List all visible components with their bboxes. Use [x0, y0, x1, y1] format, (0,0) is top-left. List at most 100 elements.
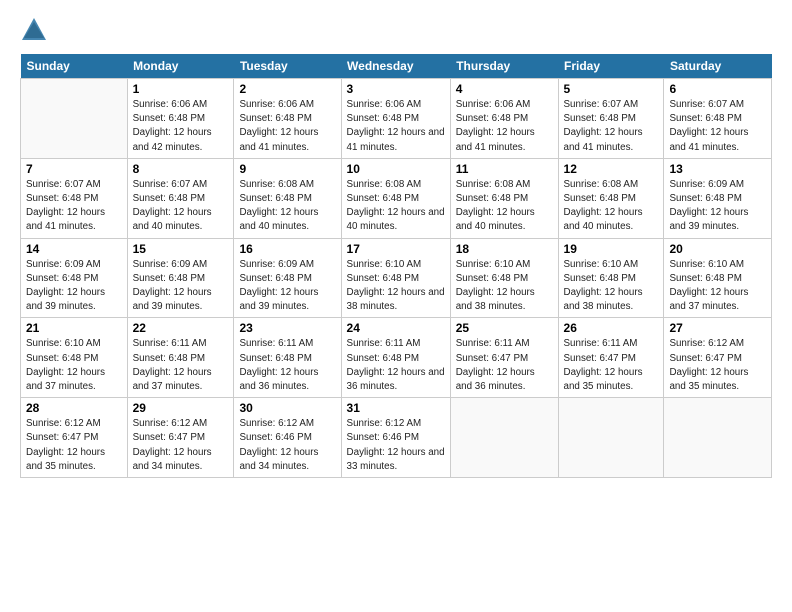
day-number: 12 [564, 162, 659, 176]
calendar-cell: 27 Sunrise: 6:12 AMSunset: 6:47 PMDaylig… [664, 318, 772, 398]
calendar-cell: 25 Sunrise: 6:11 AMSunset: 6:47 PMDaylig… [450, 318, 558, 398]
calendar-cell: 6 Sunrise: 6:07 AMSunset: 6:48 PMDayligh… [664, 79, 772, 159]
weekday-label: Thursday [450, 54, 558, 79]
day-number: 14 [26, 242, 122, 256]
weekday-label: Monday [127, 54, 234, 79]
page: SundayMondayTuesdayWednesdayThursdayFrid… [0, 0, 792, 612]
calendar-cell: 15 Sunrise: 6:09 AMSunset: 6:48 PMDaylig… [127, 238, 234, 318]
day-info: Sunrise: 6:09 AMSunset: 6:48 PMDaylight:… [133, 259, 212, 313]
day-info: Sunrise: 6:06 AMSunset: 6:48 PMDaylight:… [239, 99, 318, 153]
day-number: 27 [669, 321, 766, 335]
day-number: 20 [669, 242, 766, 256]
calendar-cell: 8 Sunrise: 6:07 AMSunset: 6:48 PMDayligh… [127, 158, 234, 238]
day-number: 31 [347, 401, 445, 415]
day-info: Sunrise: 6:10 AMSunset: 6:48 PMDaylight:… [456, 259, 535, 313]
day-info: Sunrise: 6:12 AMSunset: 6:46 PMDaylight:… [239, 418, 318, 472]
calendar-cell: 9 Sunrise: 6:08 AMSunset: 6:48 PMDayligh… [234, 158, 341, 238]
day-info: Sunrise: 6:09 AMSunset: 6:48 PMDaylight:… [239, 259, 318, 313]
day-info: Sunrise: 6:11 AMSunset: 6:47 PMDaylight:… [564, 338, 643, 392]
day-info: Sunrise: 6:11 AMSunset: 6:48 PMDaylight:… [239, 338, 318, 392]
weekday-label: Wednesday [341, 54, 450, 79]
day-info: Sunrise: 6:12 AMSunset: 6:47 PMDaylight:… [133, 418, 212, 472]
day-info: Sunrise: 6:09 AMSunset: 6:48 PMDaylight:… [669, 179, 748, 233]
logo-icon [20, 16, 48, 44]
day-info: Sunrise: 6:12 AMSunset: 6:47 PMDaylight:… [26, 418, 105, 472]
calendar-week-row: 7 Sunrise: 6:07 AMSunset: 6:48 PMDayligh… [21, 158, 772, 238]
calendar-week-row: 14 Sunrise: 6:09 AMSunset: 6:48 PMDaylig… [21, 238, 772, 318]
calendar-week-row: 1 Sunrise: 6:06 AMSunset: 6:48 PMDayligh… [21, 79, 772, 159]
day-number: 8 [133, 162, 229, 176]
calendar-cell: 11 Sunrise: 6:08 AMSunset: 6:48 PMDaylig… [450, 158, 558, 238]
day-info: Sunrise: 6:08 AMSunset: 6:48 PMDaylight:… [347, 179, 445, 233]
day-info: Sunrise: 6:09 AMSunset: 6:48 PMDaylight:… [26, 259, 105, 313]
day-number: 4 [456, 82, 553, 96]
day-number: 1 [133, 82, 229, 96]
weekday-header-row: SundayMondayTuesdayWednesdayThursdayFrid… [21, 54, 772, 79]
day-number: 30 [239, 401, 335, 415]
calendar-cell: 29 Sunrise: 6:12 AMSunset: 6:47 PMDaylig… [127, 398, 234, 478]
calendar-cell: 19 Sunrise: 6:10 AMSunset: 6:48 PMDaylig… [558, 238, 664, 318]
calendar-week-row: 28 Sunrise: 6:12 AMSunset: 6:47 PMDaylig… [21, 398, 772, 478]
day-number: 28 [26, 401, 122, 415]
calendar-cell: 26 Sunrise: 6:11 AMSunset: 6:47 PMDaylig… [558, 318, 664, 398]
day-info: Sunrise: 6:07 AMSunset: 6:48 PMDaylight:… [133, 179, 212, 233]
calendar-cell [21, 79, 128, 159]
day-info: Sunrise: 6:10 AMSunset: 6:48 PMDaylight:… [26, 338, 105, 392]
calendar-cell: 16 Sunrise: 6:09 AMSunset: 6:48 PMDaylig… [234, 238, 341, 318]
calendar-cell: 21 Sunrise: 6:10 AMSunset: 6:48 PMDaylig… [21, 318, 128, 398]
day-info: Sunrise: 6:08 AMSunset: 6:48 PMDaylight:… [456, 179, 535, 233]
calendar-week-row: 21 Sunrise: 6:10 AMSunset: 6:48 PMDaylig… [21, 318, 772, 398]
day-number: 13 [669, 162, 766, 176]
calendar-cell: 13 Sunrise: 6:09 AMSunset: 6:48 PMDaylig… [664, 158, 772, 238]
calendar-cell: 12 Sunrise: 6:08 AMSunset: 6:48 PMDaylig… [558, 158, 664, 238]
day-info: Sunrise: 6:06 AMSunset: 6:48 PMDaylight:… [347, 99, 445, 153]
calendar-cell: 7 Sunrise: 6:07 AMSunset: 6:48 PMDayligh… [21, 158, 128, 238]
day-number: 3 [347, 82, 445, 96]
day-number: 26 [564, 321, 659, 335]
day-info: Sunrise: 6:12 AMSunset: 6:47 PMDaylight:… [669, 338, 748, 392]
day-number: 6 [669, 82, 766, 96]
header [20, 16, 772, 44]
day-info: Sunrise: 6:11 AMSunset: 6:48 PMDaylight:… [133, 338, 212, 392]
weekday-label: Tuesday [234, 54, 341, 79]
day-number: 23 [239, 321, 335, 335]
day-number: 18 [456, 242, 553, 256]
day-info: Sunrise: 6:06 AMSunset: 6:48 PMDaylight:… [133, 99, 212, 153]
day-info: Sunrise: 6:07 AMSunset: 6:48 PMDaylight:… [564, 99, 643, 153]
day-info: Sunrise: 6:12 AMSunset: 6:46 PMDaylight:… [347, 418, 445, 472]
day-number: 17 [347, 242, 445, 256]
day-number: 2 [239, 82, 335, 96]
day-number: 16 [239, 242, 335, 256]
day-number: 10 [347, 162, 445, 176]
day-info: Sunrise: 6:10 AMSunset: 6:48 PMDaylight:… [347, 259, 445, 313]
calendar-cell [558, 398, 664, 478]
day-number: 9 [239, 162, 335, 176]
calendar-cell: 23 Sunrise: 6:11 AMSunset: 6:48 PMDaylig… [234, 318, 341, 398]
day-info: Sunrise: 6:10 AMSunset: 6:48 PMDaylight:… [669, 259, 748, 313]
day-info: Sunrise: 6:06 AMSunset: 6:48 PMDaylight:… [456, 99, 535, 153]
day-info: Sunrise: 6:08 AMSunset: 6:48 PMDaylight:… [239, 179, 318, 233]
weekday-label: Saturday [664, 54, 772, 79]
calendar-cell: 1 Sunrise: 6:06 AMSunset: 6:48 PMDayligh… [127, 79, 234, 159]
calendar-cell [450, 398, 558, 478]
calendar-cell: 10 Sunrise: 6:08 AMSunset: 6:48 PMDaylig… [341, 158, 450, 238]
day-number: 22 [133, 321, 229, 335]
calendar-cell: 24 Sunrise: 6:11 AMSunset: 6:48 PMDaylig… [341, 318, 450, 398]
day-number: 19 [564, 242, 659, 256]
day-info: Sunrise: 6:08 AMSunset: 6:48 PMDaylight:… [564, 179, 643, 233]
weekday-label: Friday [558, 54, 664, 79]
calendar-cell: 5 Sunrise: 6:07 AMSunset: 6:48 PMDayligh… [558, 79, 664, 159]
day-info: Sunrise: 6:11 AMSunset: 6:47 PMDaylight:… [456, 338, 535, 392]
calendar-cell: 28 Sunrise: 6:12 AMSunset: 6:47 PMDaylig… [21, 398, 128, 478]
day-number: 7 [26, 162, 122, 176]
day-number: 5 [564, 82, 659, 96]
calendar-table: SundayMondayTuesdayWednesdayThursdayFrid… [20, 54, 772, 478]
calendar-body: 1 Sunrise: 6:06 AMSunset: 6:48 PMDayligh… [21, 79, 772, 478]
day-info: Sunrise: 6:07 AMSunset: 6:48 PMDaylight:… [26, 179, 105, 233]
calendar-cell: 2 Sunrise: 6:06 AMSunset: 6:48 PMDayligh… [234, 79, 341, 159]
calendar-cell: 17 Sunrise: 6:10 AMSunset: 6:48 PMDaylig… [341, 238, 450, 318]
day-number: 21 [26, 321, 122, 335]
day-number: 24 [347, 321, 445, 335]
day-number: 29 [133, 401, 229, 415]
weekday-label: Sunday [21, 54, 128, 79]
